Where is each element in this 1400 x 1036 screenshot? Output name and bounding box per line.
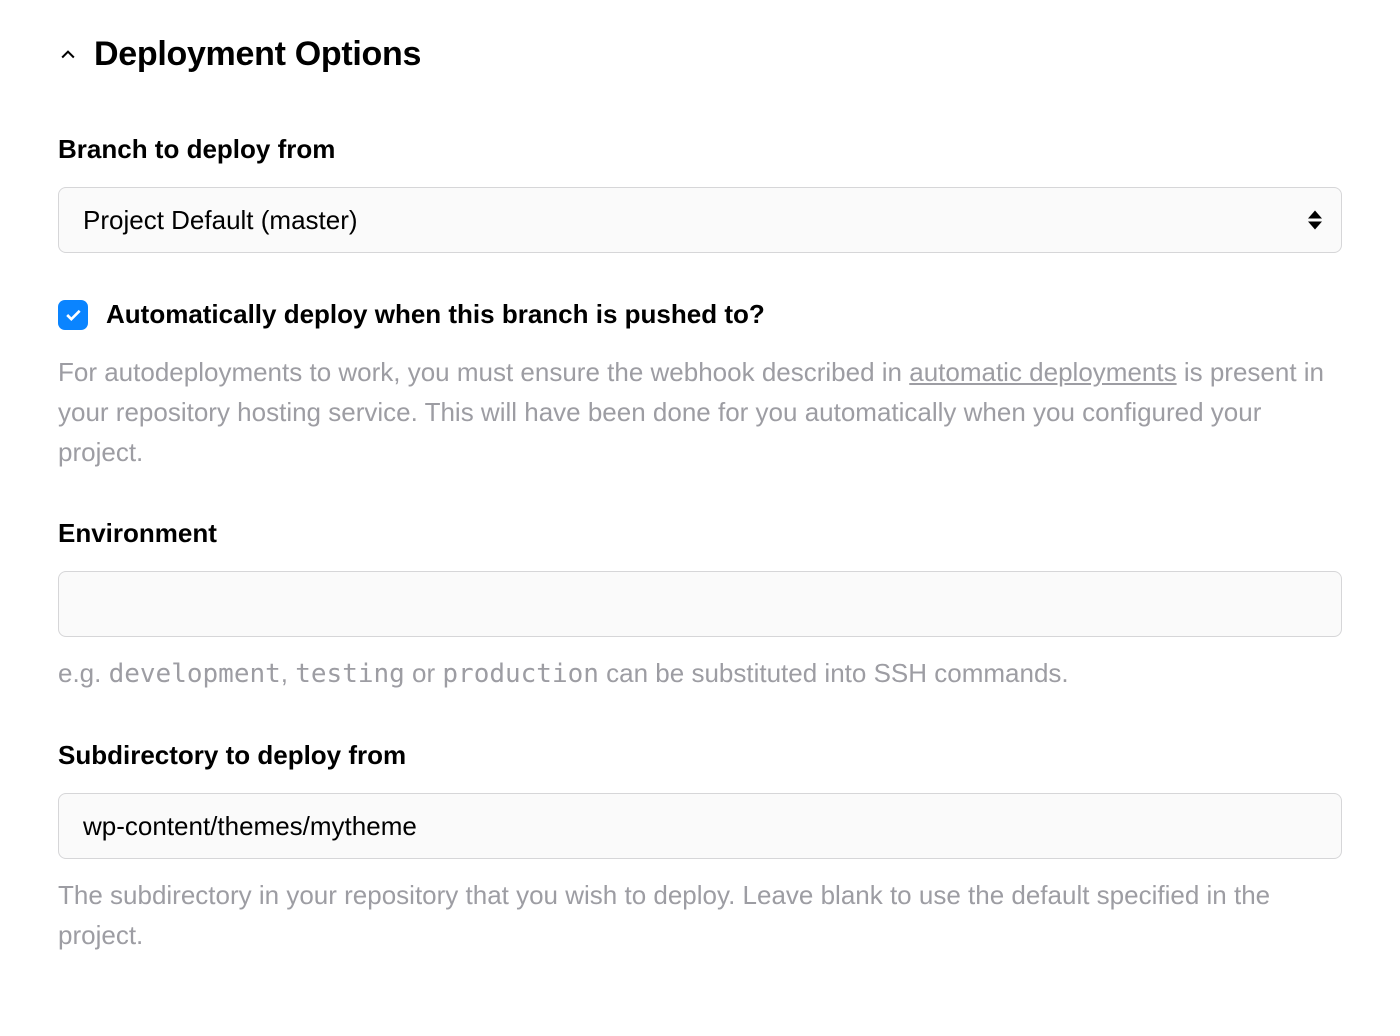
section-title: Deployment Options [94,35,421,74]
environment-help-code1: development [109,659,281,689]
environment-help: e.g. development, testing or production … [58,653,1342,694]
environment-help-sep2: or [405,658,443,688]
subdirectory-help: The subdirectory in your repository that… [58,875,1342,955]
autodeploy-field: Automatically deploy when this branch is… [58,299,1342,472]
environment-help-after: can be substituted into SSH commands. [599,658,1069,688]
autodeploy-checkbox-label: Automatically deploy when this branch is… [106,299,765,330]
environment-label: Environment [58,518,1342,549]
subdirectory-input[interactable] [58,793,1342,859]
branch-field: Branch to deploy from Project Default (m… [58,134,1342,253]
autodeploy-help-link[interactable]: automatic deployments [909,357,1176,387]
environment-help-sep1: , [281,658,295,688]
branch-select[interactable]: Project Default (master) [58,187,1342,253]
environment-help-code2: testing [295,659,405,689]
branch-select-wrap: Project Default (master) [58,187,1342,253]
autodeploy-help-before: For autodeployments to work, you must en… [58,357,909,387]
autodeploy-help: For autodeployments to work, you must en… [58,352,1342,472]
subdirectory-label: Subdirectory to deploy from [58,740,1342,771]
environment-field: Environment e.g. development, testing or… [58,518,1342,694]
chevron-up-icon [58,45,78,65]
section-header[interactable]: Deployment Options [58,35,1342,74]
autodeploy-checkbox-row: Automatically deploy when this branch is… [58,299,1342,330]
subdirectory-field: Subdirectory to deploy from The subdirec… [58,740,1342,955]
environment-help-before: e.g. [58,658,109,688]
environment-help-code3: production [442,659,599,689]
branch-label: Branch to deploy from [58,134,1342,165]
environment-input[interactable] [58,571,1342,637]
autodeploy-checkbox[interactable] [58,300,88,330]
